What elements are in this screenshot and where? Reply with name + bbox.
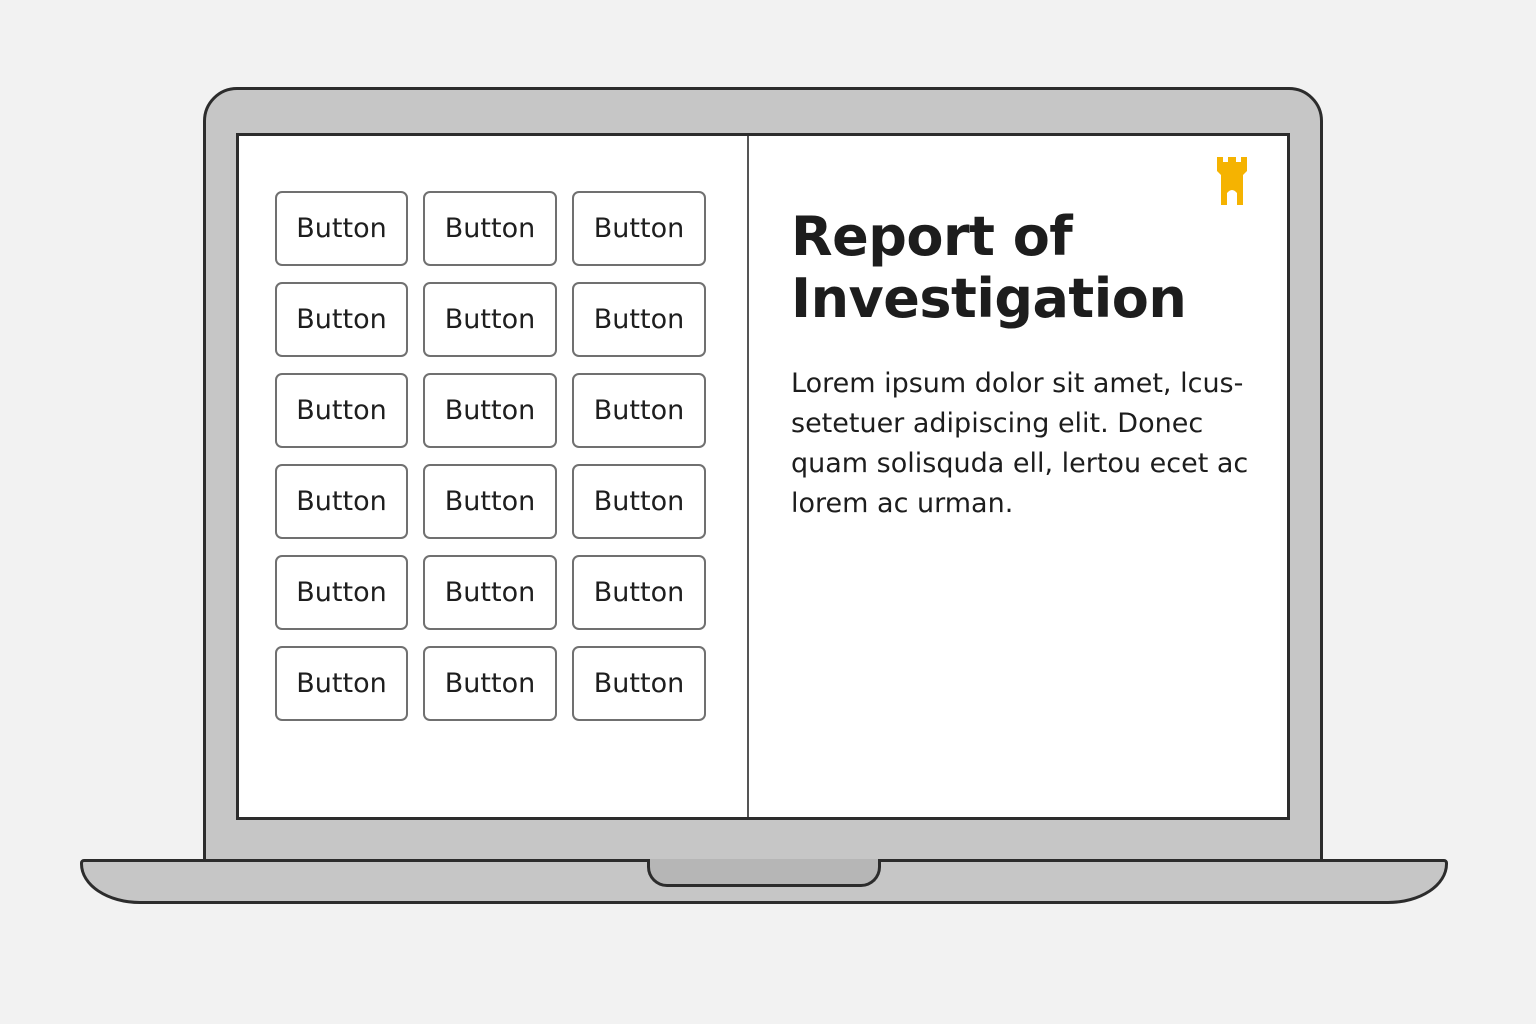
grid-button-r4-c1[interactable]: Button (275, 464, 408, 539)
grid-button-r5-c2[interactable]: Button (423, 555, 557, 630)
grid-button-r6-c3[interactable]: Button (572, 646, 706, 721)
grid-button-r6-c2[interactable]: Button (423, 646, 557, 721)
button-panel: Button Button Button Button Button Butto… (239, 136, 749, 817)
grid-button-r5-c1[interactable]: Button (275, 555, 408, 630)
grid-button-r5-c3[interactable]: Button (572, 555, 706, 630)
laptop-hinge-notch (647, 859, 881, 887)
button-grid: Button Button Button Button Button Butto… (275, 191, 706, 721)
report-body-text: Lorem ipsum dolor sit amet, lcus-setetue… (791, 368, 1249, 519)
grid-button-r1-c1[interactable]: Button (275, 191, 408, 266)
grid-button-r6-c1[interactable]: Button (275, 646, 408, 721)
grid-button-r3-c1[interactable]: Button (275, 373, 408, 448)
laptop-screen: Button Button Button Button Button Butto… (236, 133, 1290, 820)
grid-button-r1-c2[interactable]: Button (423, 191, 557, 266)
grid-button-r2-c1[interactable]: Button (275, 282, 408, 357)
laptop-mockup: Button Button Button Button Button Butto… (0, 0, 1536, 1024)
report-panel: Report of Investigation Lorem ipsum dolo… (749, 136, 1287, 817)
grid-button-r3-c3[interactable]: Button (572, 373, 706, 448)
grid-button-r2-c3[interactable]: Button (572, 282, 706, 357)
grid-button-r4-c2[interactable]: Button (423, 464, 557, 539)
grid-button-r1-c3[interactable]: Button (572, 191, 706, 266)
castle-tower-icon (1217, 157, 1247, 205)
page-title: Report of Investigation (791, 205, 1187, 330)
grid-button-r3-c2[interactable]: Button (423, 373, 557, 448)
grid-button-r4-c3[interactable]: Button (572, 464, 706, 539)
grid-button-r2-c2[interactable]: Button (423, 282, 557, 357)
